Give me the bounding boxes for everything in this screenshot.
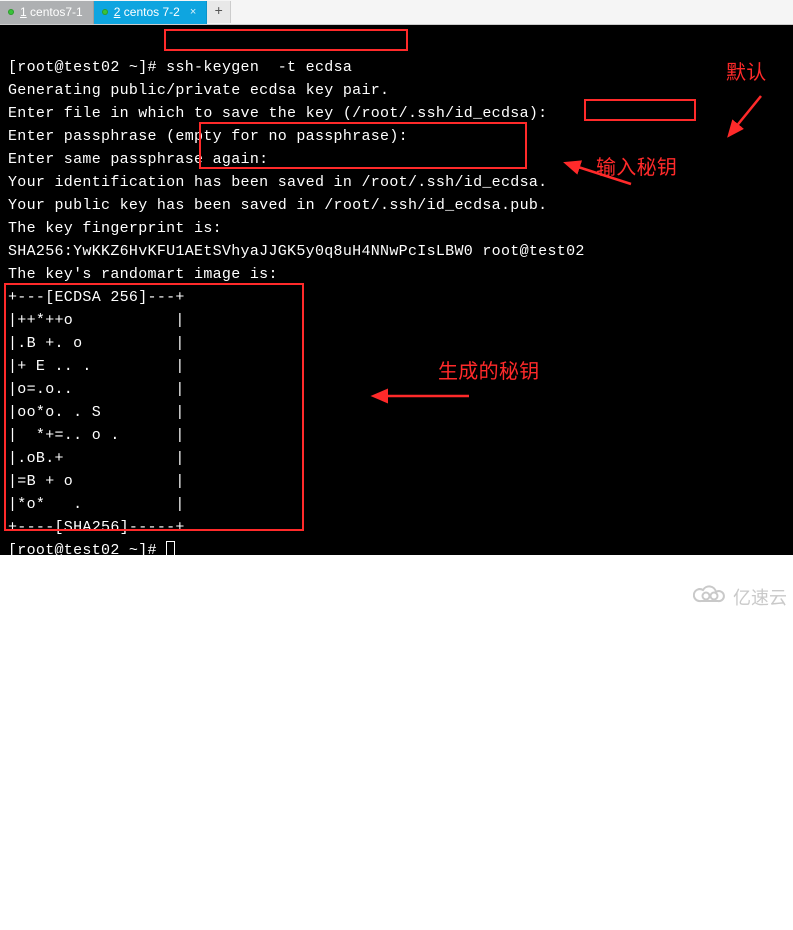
terminal-line: |+ E .. . | xyxy=(8,358,185,375)
tab-bar: 1 centos7-1 2 centos 7-2 × + xyxy=(0,0,793,25)
status-dot-icon xyxy=(102,9,108,15)
watermark: 亿速云 xyxy=(693,583,787,611)
tab-label-text: centos7-1 xyxy=(30,5,83,19)
tab-number: 1 xyxy=(20,5,27,19)
terminal-line: The key's randomart image is: xyxy=(8,266,278,283)
terminal-line: |.oB.+ | xyxy=(8,450,185,467)
highlight-box-default xyxy=(584,99,696,121)
close-icon[interactable]: × xyxy=(190,6,196,18)
terminal-line: The key fingerprint is: xyxy=(8,220,222,237)
annotation-generated-key: 生成的秘钥 xyxy=(438,361,540,384)
annotation-default: 默认 xyxy=(726,62,767,85)
terminal-line: |*o* . | xyxy=(8,496,185,513)
terminal-line: |=B + o | xyxy=(8,473,185,490)
terminal-line: |oo*o. . S | xyxy=(8,404,185,421)
terminal-line: |.B +. o | xyxy=(8,335,185,352)
terminal[interactable]: [root@test02 ~]# ssh-keygen -t ecdsa Gen… xyxy=(0,25,793,555)
terminal-line: Your identification has been saved in /r… xyxy=(8,174,547,191)
terminal-line: +---[ECDSA 256]---+ xyxy=(8,289,185,306)
terminal-line: +----[SHA256]-----+ xyxy=(8,519,185,536)
terminal-line: Enter file in which to save the key (/ro… xyxy=(8,105,547,122)
terminal-line: |++*++o | xyxy=(8,312,185,329)
arrow-icon xyxy=(340,365,477,435)
terminal-line: Your public key has been saved in /root/… xyxy=(8,197,547,214)
terminal-line: |o=.o.. | xyxy=(8,381,185,398)
annotation-enter-key: 输入秘钥 xyxy=(596,157,677,180)
tab-label-text: centos 7-2 xyxy=(124,5,180,19)
terminal-line: Generating public/private ecdsa key pair… xyxy=(8,82,389,99)
prompt: [root@test02 ~]# xyxy=(8,59,157,76)
new-tab-button[interactable]: + xyxy=(207,1,231,23)
prompt: [root@test02 ~]# xyxy=(8,542,166,559)
watermark-text: 亿速云 xyxy=(733,584,787,610)
terminal-line: SHA256:YwKKZ6HvKFU1AEtSVhyaJJGK5y0q8uH4N… xyxy=(8,243,585,260)
cloud-icon xyxy=(693,583,727,611)
terminal-line: Enter same passphrase again: xyxy=(8,151,268,168)
terminal-line: | *+=.. o . | xyxy=(8,427,185,444)
tab-centos7-2[interactable]: 2 centos 7-2 × xyxy=(94,1,208,24)
highlight-box-command xyxy=(164,29,408,51)
terminal-line: Enter passphrase (empty for no passphras… xyxy=(8,128,408,145)
status-dot-icon xyxy=(8,9,14,15)
tab-centos7-1[interactable]: 1 centos7-1 xyxy=(0,1,94,24)
tab-number: 2 xyxy=(114,5,121,19)
arrow-icon xyxy=(694,69,767,163)
arrow-icon xyxy=(532,137,639,221)
command: ssh-keygen -t ecdsa xyxy=(166,59,352,76)
cursor-icon xyxy=(166,541,175,558)
